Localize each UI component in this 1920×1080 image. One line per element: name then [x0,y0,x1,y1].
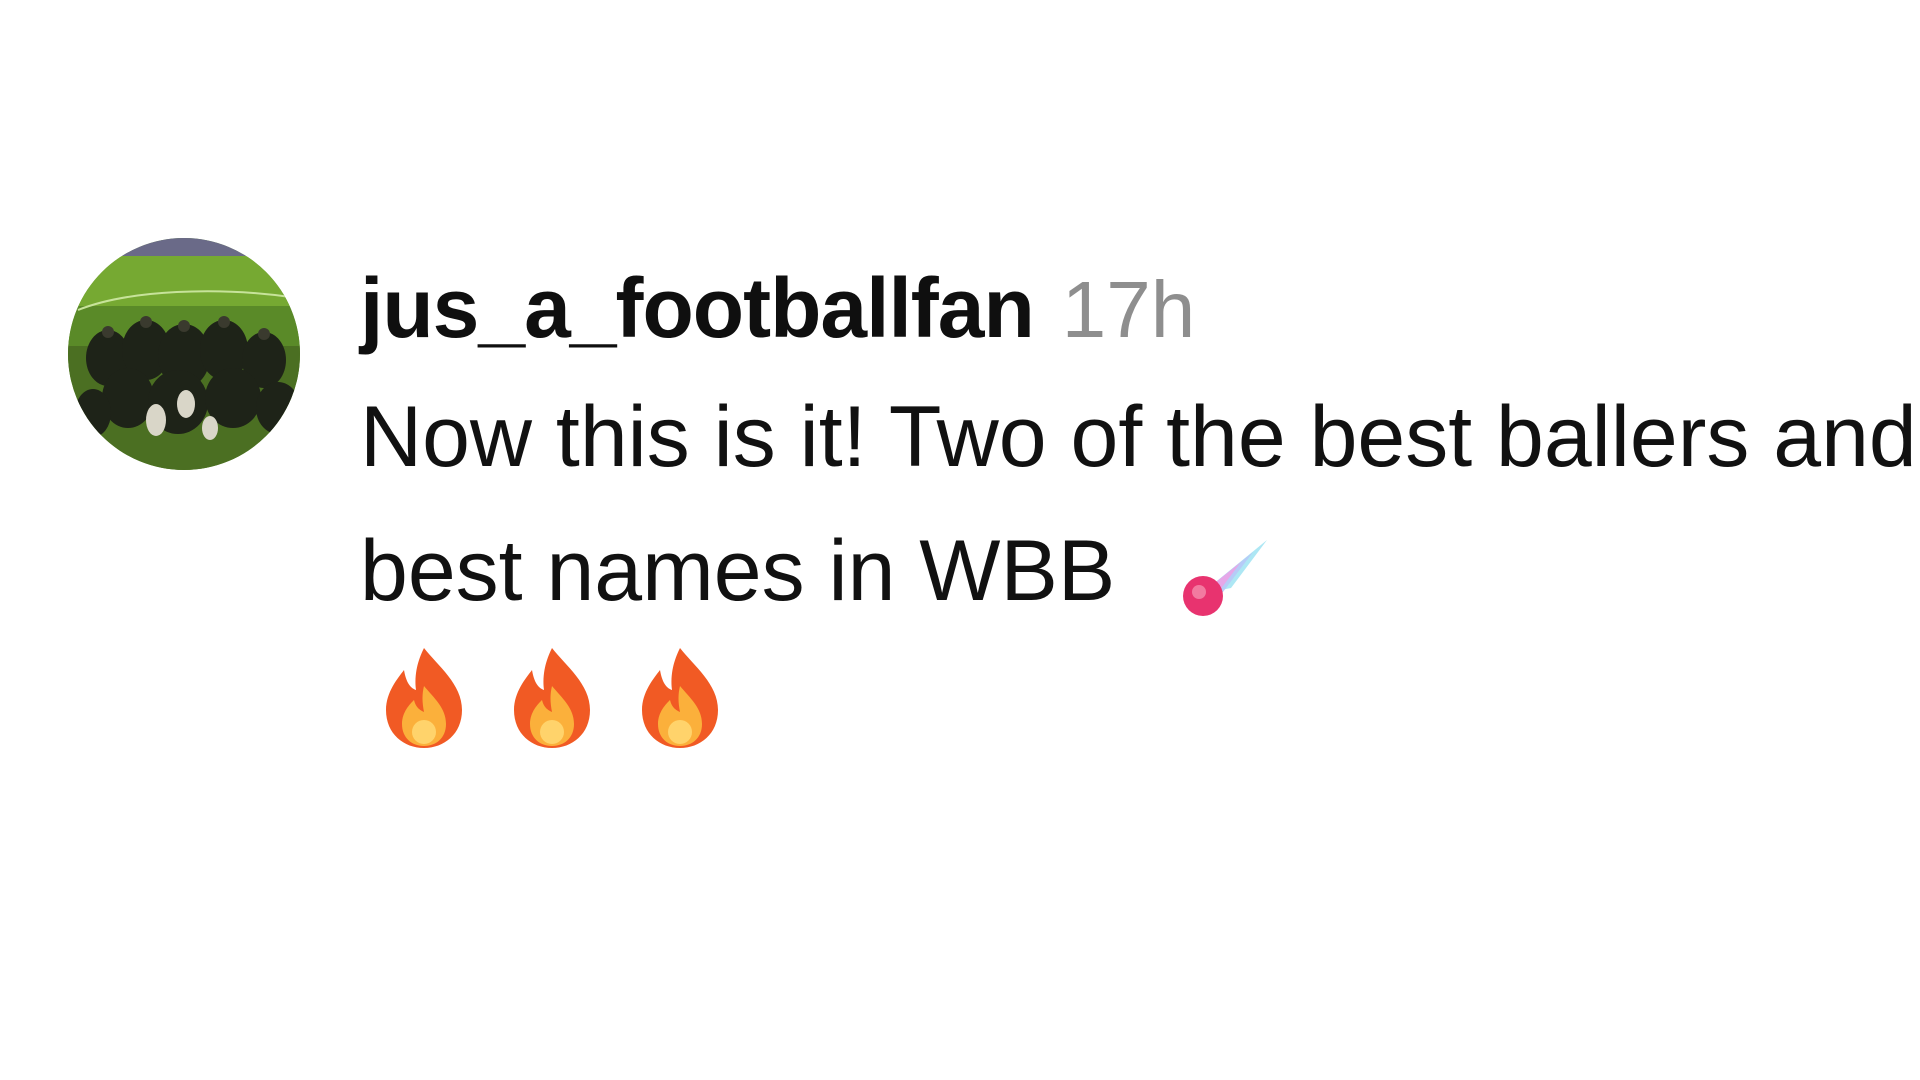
comet-icon [1179,536,1271,618]
comment-body: jus_a_footballfan 17h Now this is it! Tw… [360,260,1920,750]
comment-text-content: Now this is it! Two of the best ballers … [360,389,1917,619]
comment-meta: jus_a_footballfan 17h [360,260,1920,355]
fire-icon [510,646,594,750]
fire-emoji-row [382,646,1920,750]
username-link[interactable]: jus_a_footballfan [360,260,1035,357]
fire-icon [382,646,466,750]
fire-icon [638,646,722,750]
comment-text: Now this is it! Two of the best ballers … [360,370,1920,638]
avatar-photo-icon [68,238,300,470]
comment-timestamp[interactable]: 17h [1062,264,1195,356]
comment-screen: jus_a_footballfan 17h Now this is it! Tw… [0,0,1920,1080]
avatar[interactable] [68,238,300,470]
comment-item: jus_a_footballfan 17h Now this is it! Tw… [68,238,1920,750]
